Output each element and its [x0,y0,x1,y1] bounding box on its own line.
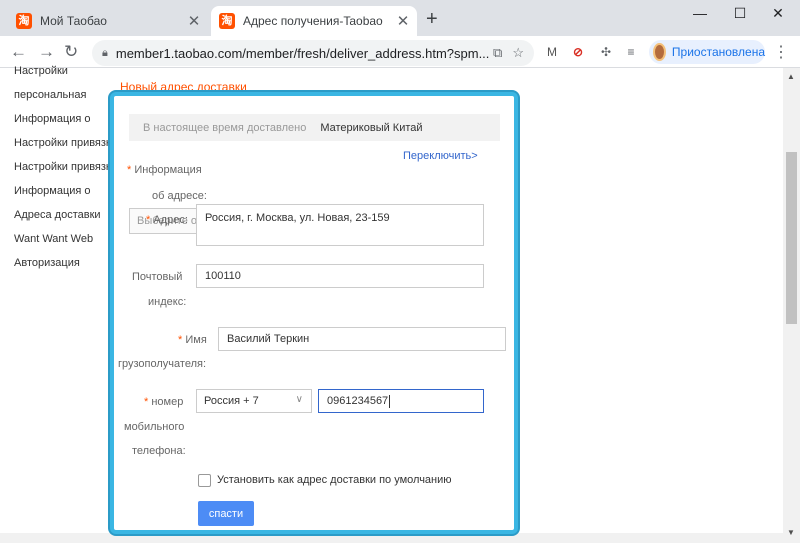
postal-code-input[interactable]: 100110 [196,264,484,288]
more-menu-icon[interactable]: ⋮ [773,42,789,62]
delivered-value: Материковый Китай [320,121,423,134]
save-button[interactable]: спасти [198,501,254,526]
taobao-favicon-icon: 淘 [16,13,32,29]
switch-region-link[interactable]: Переключить> [403,150,478,162]
maximize-button[interactable]: ☐ [730,5,750,22]
phone-country-value: Россия + 7 [204,395,259,407]
recipient-name-label: * Имя [178,334,207,346]
profile-button[interactable]: Приостановлена [649,40,765,64]
minimize-button[interactable]: — [690,5,710,21]
sidebar-item[interactable]: Авторизация [14,256,112,280]
sidebar-item[interactable]: Информация о [14,112,112,136]
extension-gmail-icon[interactable]: M [543,43,561,61]
phone-number-value: 0961234567 [327,395,389,407]
media-icon[interactable]: ≡ [622,43,640,61]
address-label-text: Адрес: [153,214,188,226]
tab-delivery-address[interactable]: 淘 Адрес получения-Taobao ✕ [211,6,417,36]
bookmark-star-icon[interactable]: ☆ [512,45,524,61]
required-mark: * [146,214,151,226]
close-window-button[interactable]: ✕ [768,5,788,22]
address-label: * Адрес: [146,214,188,226]
recipient-name-label-text: Имя [185,334,207,346]
postal-label: Почтовый [132,271,183,283]
tab-my-taobao[interactable]: 淘 Мой Таобао ✕ [8,6,208,36]
address-bar[interactable]: 🔒︎ member1.taobao.com/member/fresh/deliv… [92,40,534,66]
account-sidebar: Настройки персональная Информация о Наст… [14,64,112,280]
delivered-label: В настоящее время доставлено [143,121,307,134]
avatar [653,43,666,61]
tab-title: Мой Таобао [40,14,107,28]
phone-country-select[interactable]: Россия + 7 ∨ [196,389,312,413]
back-arrow-icon[interactable]: ← [10,42,27,62]
scroll-down-arrow-icon[interactable]: ▼ [787,528,795,537]
close-tab-icon[interactable]: ✕ [395,12,411,30]
required-mark: * [144,396,149,408]
scrollbar-thumb[interactable] [786,152,797,324]
default-address-label: Установить как адрес доставки по умолчан… [217,474,452,486]
new-tab-button[interactable]: + [426,9,438,29]
default-address-checkbox[interactable] [198,474,211,487]
sidebar-item[interactable]: Настройки привязки [14,136,112,160]
required-mark: * [178,334,183,346]
translate-icon[interactable]: ⧉ [493,45,502,61]
sidebar-item[interactable]: Информация о [14,184,112,208]
sidebar-item[interactable]: Настройки [14,64,112,88]
address-info-label-text: Информация [134,164,202,176]
recipient-name-value: Василий Теркин [227,333,310,345]
extension-block-icon[interactable]: ⊘ [569,43,587,61]
chevron-down-icon: ∨ [295,394,303,405]
reload-icon[interactable]: ↻ [64,42,78,62]
phone-label-line3: телефона: [132,445,186,457]
recipient-name-label-line2: грузополучателя: [118,358,206,370]
phone-label: * номер [144,396,183,408]
lock-icon: 🔒︎ [102,46,108,59]
tab-strip: 淘 Мой Таобао ✕ 淘 Адрес получения-Taobao … [0,0,800,36]
required-mark: * [127,164,132,176]
tab-title: Адрес получения-Taobao [243,14,383,28]
browser-toolbar: ← → ↻ 🔒︎ member1.taobao.com/member/fresh… [0,36,800,68]
sidebar-item[interactable]: персональная [14,88,112,112]
phone-number-input[interactable]: 0961234567 [318,389,484,413]
taobao-favicon-icon: 淘 [219,13,235,29]
sidebar-item[interactable]: Настройки привязки [14,160,112,184]
phone-label-text: номер [151,396,184,408]
forward-arrow-icon[interactable]: → [38,42,55,62]
horizontal-scrollbar[interactable] [0,533,783,543]
sidebar-item[interactable]: Want Want Web [14,232,112,256]
address-info-label-line2: об адресе: [152,190,207,202]
sidebar-item-delivery-addresses[interactable]: Адреса доставки [14,208,112,232]
scroll-up-arrow-icon[interactable]: ▲ [787,72,795,81]
extensions-puzzle-icon[interactable]: ✣ [597,43,615,61]
recipient-name-input[interactable]: Василий Теркин [218,327,506,351]
url-text: member1.taobao.com/member/fresh/deliver_… [115,45,490,61]
address-info-label: * Информация [127,164,202,176]
close-tab-icon[interactable]: ✕ [186,12,202,30]
delivery-region-bar: В настоящее время доставлено Материковый… [129,114,500,141]
address-textarea[interactable]: Россия, г. Москва, ул. Новая, 23-159 [196,204,484,246]
postal-code-value: 100110 [205,270,241,282]
address-form-panel: В настоящее время доставлено Материковый… [110,92,518,534]
profile-status-label: Приостановлена [671,45,765,59]
address-value: Россия, г. Москва, ул. Новая, 23-159 [205,212,390,224]
phone-label-line2: мобильного [124,421,185,433]
text-cursor [389,394,391,408]
postal-label-line2: индекс: [148,296,187,308]
